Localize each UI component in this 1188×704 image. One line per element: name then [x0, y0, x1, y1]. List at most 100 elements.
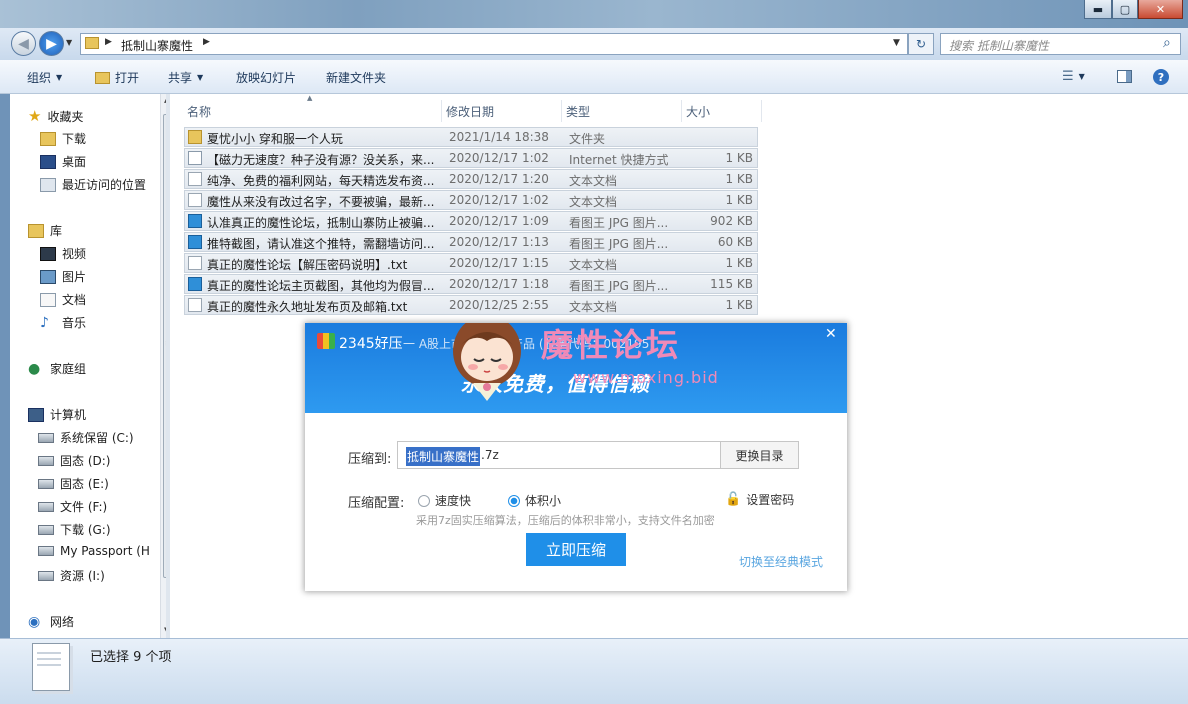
view-menu[interactable]: ☰ ▼ [1062, 69, 1085, 84]
file-size: 1 KB [725, 298, 753, 312]
drive-icon [38, 432, 54, 443]
nav-drive[interactable]: My Passport (H [38, 544, 150, 558]
preview-pane-icon[interactable] [1117, 70, 1132, 83]
address-bar[interactable]: ▶ 抵制山寨魔性 ▶ ▼ [80, 33, 908, 55]
nav-drive[interactable]: 系统保留 (C:) [38, 429, 134, 446]
dialog-close-button[interactable]: ✕ [825, 326, 837, 342]
nav-downloads[interactable]: 下载 [40, 130, 86, 147]
file-row[interactable]: 认准真正的魔性论坛，抵制山寨防止被骗... 2020/12/17 1:09 看图王 … [184, 211, 758, 231]
option-small-radio[interactable]: 体积小 [508, 492, 561, 509]
nav-homegroup[interactable]: ● 家庭组 [28, 360, 86, 377]
nav-libraries[interactable]: 库 [28, 222, 62, 239]
watermark-title: 魔性论坛 [541, 326, 682, 364]
nav-computer[interactable]: 计算机 [28, 406, 86, 423]
help-icon[interactable]: ? [1153, 69, 1169, 85]
file-type: 文本文档 [569, 300, 618, 314]
drive-icon [38, 501, 54, 512]
text-file-icon [188, 193, 202, 207]
column-label: 类型 [566, 104, 591, 119]
path-selected-text: 抵制山寨魔性 [406, 447, 481, 466]
file-type: 文本文档 [569, 258, 618, 272]
organize-label: 组织 [27, 71, 52, 85]
file-date: 2020/12/17 1:02 [449, 151, 549, 165]
file-row[interactable]: 纯净、免费的福利网站，每天精选发布资... 2020/12/17 1:20 文本文档… [184, 169, 758, 189]
breadcrumb-current[interactable]: 抵制山寨魔性 [121, 37, 193, 54]
organize-menu[interactable]: 组织 ▼ [27, 69, 62, 86]
close-window-button[interactable]: ✕ [1138, 0, 1183, 19]
file-name: 真正的魔性永久地址发布页及邮箱.txt [207, 300, 408, 314]
file-name: 纯净、免费的福利网站，每天精选发布资... [207, 174, 435, 188]
nav-label: 家庭组 [50, 362, 87, 376]
forward-button[interactable]: ▶ [39, 31, 64, 56]
documents-icon [40, 292, 56, 307]
column-label: 大小 [686, 104, 711, 119]
maximize-button[interactable]: ▢ [1112, 0, 1138, 19]
option-fast-radio[interactable]: 速度快 [418, 492, 471, 509]
set-password-button[interactable]: 🔓 设置密码 [725, 491, 794, 508]
nav-label: 固态 (D:) [60, 454, 111, 468]
column-header-name[interactable]: 名称 [183, 100, 442, 122]
nav-drive[interactable]: 文件 (F:) [38, 498, 107, 515]
share-menu[interactable]: 共享 ▼ [168, 69, 203, 86]
nav-documents[interactable]: 文档 [40, 291, 86, 308]
nav-videos[interactable]: 视频 [40, 245, 86, 262]
nav-network[interactable]: ◉ 网络 [28, 613, 74, 630]
back-arrow-icon: ◀ [18, 35, 29, 52]
text-file-icon [188, 298, 202, 312]
file-row[interactable]: 真正的魔性永久地址发布页及邮箱.txt 2020/12/25 2:55 文本文档 1 … [184, 295, 758, 315]
mascot-watermark-image [453, 323, 521, 401]
search-box[interactable]: 搜索 抵制山寨魔性 ⌕ [940, 33, 1181, 55]
nav-label: 固态 (E:) [60, 477, 109, 491]
file-row[interactable]: 真正的魔性论坛主页截图，其他均为假冒... 2020/12/17 1:18 看图王 … [184, 274, 758, 294]
file-type: Internet 快捷方式 [569, 153, 669, 167]
new-folder-button[interactable]: 新建文件夹 [326, 69, 386, 86]
file-row[interactable]: 真正的魔性论坛【解压密码说明】.txt 2020/12/17 1:15 文本文档 1 … [184, 253, 758, 273]
back-button[interactable]: ◀ [11, 31, 36, 56]
nav-drive[interactable]: 资源 (I:) [38, 567, 105, 584]
option-label: 体积小 [525, 494, 562, 508]
history-dropdown-icon[interactable]: ▼ [66, 38, 72, 47]
nav-label: 音乐 [62, 316, 87, 330]
file-date: 2020/12/17 1:18 [449, 277, 549, 291]
title-bar: ▬ ▢ ✕ [0, 0, 1188, 28]
compress-to-label: 压缩到: [348, 452, 392, 467]
file-row[interactable]: 魔性从来没有改过名字，不要被骗，最新... 2020/12/17 1:02 文本文档… [184, 190, 758, 210]
open-button[interactable]: 打开 [95, 69, 139, 86]
breadcrumb-chevron-icon[interactable]: ▶ [203, 37, 210, 47]
output-path-input[interactable]: 抵制山寨魔性 .7z [397, 441, 721, 469]
nav-drive[interactable]: 固态 (D:) [38, 452, 110, 469]
refresh-button[interactable]: ↻ [908, 33, 934, 55]
nav-favorites[interactable]: ★ 收藏夹 [28, 107, 83, 125]
nav-drive[interactable]: 下载 (G:) [38, 521, 111, 538]
text-file-icon [188, 172, 202, 186]
new-folder-label: 新建文件夹 [326, 71, 387, 85]
nav-music[interactable]: ♪ 音乐 [40, 314, 86, 331]
file-row[interactable]: 【磁力无速度？种子没有源？没关系，来... 2020/12/17 1:02 Inte… [184, 148, 758, 168]
change-directory-button[interactable]: 更换目录 [720, 441, 799, 469]
nav-desktop[interactable]: 桌面 [40, 153, 86, 170]
nav-recent[interactable]: 最近访问的位置 [40, 176, 146, 193]
minimize-button[interactable]: ▬ [1084, 0, 1112, 19]
downloads-folder-icon [40, 131, 56, 146]
drive-icon [38, 546, 54, 556]
file-name: 认准真正的魔性论坛，抵制山寨防止被骗... [207, 216, 435, 230]
breadcrumb-chevron-icon[interactable]: ▶ [105, 37, 112, 47]
address-dropdown-icon[interactable]: ▼ [893, 38, 900, 48]
file-size: 902 KB [710, 214, 753, 228]
minimize-icon: ▬ [1092, 2, 1104, 16]
folder-icon [188, 130, 202, 144]
nav-drive[interactable]: 固态 (E:) [38, 475, 109, 492]
column-header-type[interactable]: 类型 [562, 100, 682, 122]
search-icon[interactable]: ⌕ [1163, 35, 1171, 51]
classic-mode-link[interactable]: 切换至经典模式 [739, 553, 823, 570]
nav-pictures[interactable]: 图片 [40, 268, 86, 285]
column-header-size[interactable]: 大小 [682, 100, 762, 122]
compress-now-button[interactable]: 立即压缩 [526, 533, 626, 566]
file-row[interactable]: 夏忧小小 穿和服一个人玩 2021/1/14 18:38 文件夹 [184, 127, 758, 147]
homegroup-icon: ● [28, 360, 41, 377]
file-row[interactable]: 推特截图，请认准这个推特，需翻墙访问... 2020/12/17 1:13 看图王 … [184, 232, 758, 252]
column-header-date[interactable]: 修改日期 [442, 100, 562, 122]
slideshow-button[interactable]: 放映幻灯片 [236, 69, 296, 86]
search-input[interactable]: 搜索 抵制山寨魔性 [949, 37, 1049, 54]
chevron-down-icon: ▼ [1078, 72, 1085, 81]
